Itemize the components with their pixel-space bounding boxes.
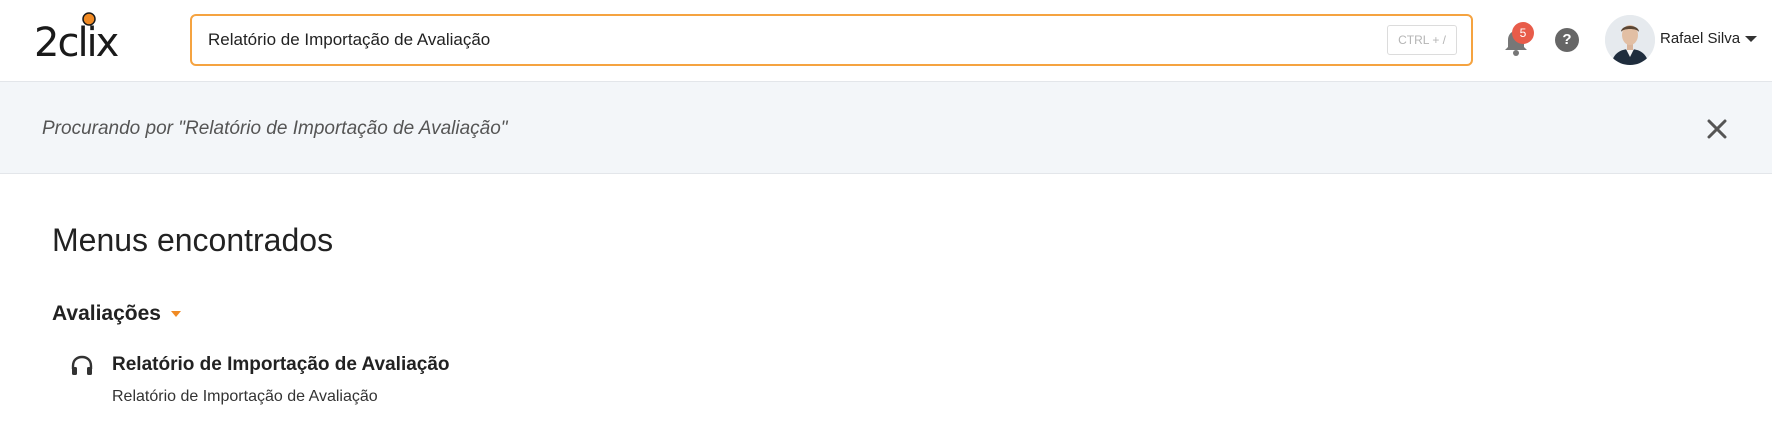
top-bar: 2clix CTRL + / 5 ? Rafael Silva [0,0,1772,82]
result-title[interactable]: Relatório de Importação de Avaliação [112,354,450,376]
results-section-title: Menus encontrados [52,222,334,258]
search-query-text: Procurando por "Relatório de Importação … [42,118,508,139]
category-avaliacoes[interactable]: Avaliações [52,302,181,326]
search-banner: Procurando por "Relatório de Importação … [0,82,1772,174]
logo[interactable]: 2clix [34,12,134,66]
result-subtitle: Relatório de Importação de Avaliação [112,388,378,405]
search-box[interactable]: CTRL + / [190,14,1473,66]
user-avatar-image [1605,15,1655,65]
result-item[interactable]: Relatório de Importação de Avaliação Rel… [70,352,670,412]
help-icon[interactable]: ? [1555,28,1579,52]
notification-count-badge: 5 [1512,22,1534,44]
user-menu-caret-icon[interactable] [1745,36,1757,42]
logo-dot [82,12,96,26]
headphones-icon [70,354,94,378]
search-shortcut-hint: CTRL + / [1387,25,1457,55]
avatar[interactable] [1605,15,1655,65]
logo-text: 2clix [34,20,119,66]
search-input[interactable] [208,16,1408,64]
category-caret-icon [170,311,181,317]
category-label: Avaliações [52,302,161,325]
logo-graphic: 2clix [34,12,121,66]
user-name[interactable]: Rafael Silva [1660,30,1740,47]
close-icon[interactable] [1704,116,1730,142]
